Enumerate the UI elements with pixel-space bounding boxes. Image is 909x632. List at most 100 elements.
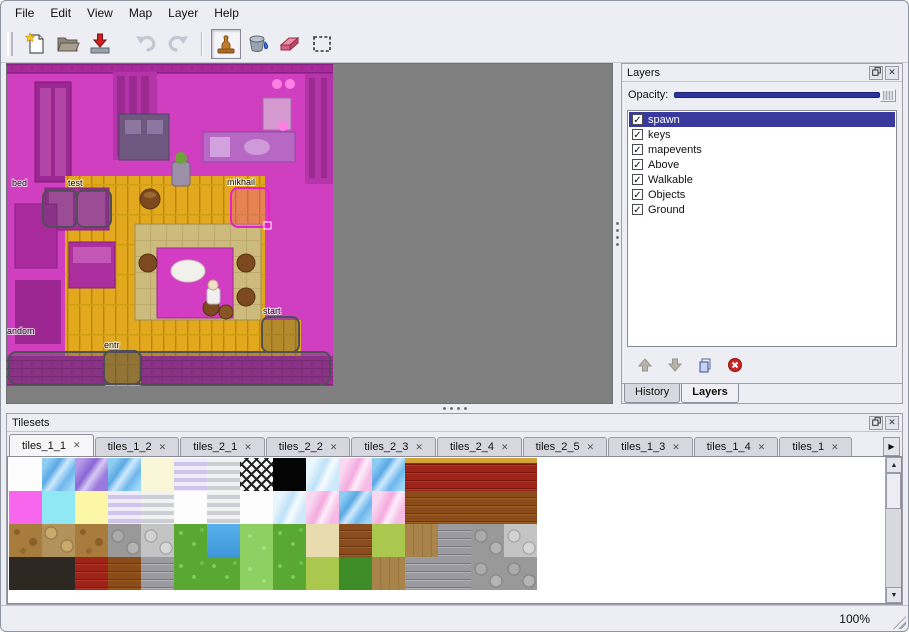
object-resize-handle[interactable] bbox=[264, 222, 271, 229]
tileset-tile-water-purple[interactable] bbox=[75, 458, 108, 491]
tileset-tab-tiles_1_2[interactable]: tiles_1_2✕ bbox=[95, 437, 180, 456]
map-canvas[interactable]: bedtestmikhailstartentrandom bbox=[6, 63, 613, 404]
tileset-tile-brick-red-top[interactable] bbox=[405, 458, 438, 491]
tab-scroll-right-button[interactable]: ▶ bbox=[883, 437, 900, 456]
tileset-tile-stripes-lav[interactable] bbox=[174, 458, 207, 491]
tileset-tab-tiles_1_1[interactable]: tiles_1_1✕ bbox=[9, 434, 94, 456]
tileset-tile-brick-red-top[interactable] bbox=[438, 458, 471, 491]
tileset-tab-tiles_2_3[interactable]: tiles_2_3✕ bbox=[351, 437, 436, 456]
layer-row-keys[interactable]: ✓keys bbox=[629, 127, 895, 142]
horizontal-splitter[interactable] bbox=[1, 404, 908, 413]
tileset-tile-stone[interactable] bbox=[471, 524, 504, 557]
tileset-tile-brick-red[interactable] bbox=[75, 557, 108, 590]
tileset-tile-brick-gray[interactable] bbox=[438, 524, 471, 557]
tab-close-icon[interactable]: ✕ bbox=[672, 442, 680, 453]
tileset-tile-grass-dark[interactable] bbox=[339, 557, 372, 590]
tileset-tile-tan[interactable] bbox=[306, 524, 339, 557]
undo-button[interactable] bbox=[131, 29, 161, 59]
tileset-tile-grass-light[interactable] bbox=[240, 557, 273, 590]
layer-row-Objects[interactable]: ✓Objects bbox=[629, 187, 895, 202]
new-map-button[interactable] bbox=[21, 29, 51, 59]
tileset-tab-tiles_2_5[interactable]: tiles_2_5✕ bbox=[523, 437, 608, 456]
tileset-tile-lattice[interactable] bbox=[240, 458, 273, 491]
tileset-tile-cobble[interactable] bbox=[42, 524, 75, 557]
stamp-brush-tool-button[interactable] bbox=[211, 29, 241, 59]
tileset-tile-brick-gray[interactable] bbox=[141, 557, 174, 590]
tileset-tile-brick-brown[interactable] bbox=[405, 491, 438, 524]
tileset-tile-grass-light[interactable] bbox=[240, 524, 273, 557]
tileset-tile-water[interactable] bbox=[108, 458, 141, 491]
tileset-tab-tiles_2_1[interactable]: tiles_2_1✕ bbox=[180, 437, 265, 456]
map-object-bed[interactable] bbox=[43, 190, 77, 227]
tileset-tab-tiles_1[interactable]: tiles_1✕ bbox=[779, 437, 851, 456]
menu-help[interactable]: Help bbox=[206, 3, 247, 23]
tileset-tab-tiles_1_4[interactable]: tiles_1_4✕ bbox=[694, 437, 779, 456]
layer-visibility-checkbox[interactable]: ✓ bbox=[632, 204, 643, 215]
layer-visibility-checkbox[interactable]: ✓ bbox=[632, 129, 643, 140]
tileset-tile-brick-red-top[interactable] bbox=[471, 458, 504, 491]
scrollbar-track[interactable] bbox=[886, 473, 901, 587]
tileset-tile-grass[interactable] bbox=[273, 557, 306, 590]
tileset-tile-tile-green[interactable] bbox=[372, 524, 405, 557]
opacity-slider-handle[interactable] bbox=[880, 89, 896, 102]
map-object[interactable] bbox=[9, 352, 330, 384]
tileset-tile-grass[interactable] bbox=[174, 524, 207, 557]
menu-file[interactable]: File bbox=[7, 3, 42, 23]
tileset-tile-stone-light[interactable] bbox=[141, 524, 174, 557]
layer-row-mapevents[interactable]: ✓mapevents bbox=[629, 142, 895, 157]
tileset-tile-dirt[interactable] bbox=[9, 524, 42, 557]
tileset-tab-tiles_2_4[interactable]: tiles_2_4✕ bbox=[437, 437, 522, 456]
tileset-tile-yellow[interactable] bbox=[75, 491, 108, 524]
float-dock-button[interactable] bbox=[869, 416, 883, 430]
rect-select-tool-button[interactable] bbox=[307, 29, 337, 59]
layer-visibility-checkbox[interactable]: ✓ bbox=[632, 144, 643, 155]
scrollbar-thumb[interactable] bbox=[886, 473, 901, 509]
tileset-tile-stripes-gray[interactable] bbox=[207, 491, 240, 524]
lower-layer-button[interactable] bbox=[664, 355, 686, 377]
tileset-tile-brick-gray[interactable] bbox=[405, 557, 438, 590]
tileset-tile-tile-green[interactable] bbox=[306, 557, 339, 590]
tileset-tile-stripes-gray[interactable] bbox=[141, 491, 174, 524]
tileset-tile-brick-brown[interactable] bbox=[471, 491, 504, 524]
save-map-button[interactable] bbox=[85, 29, 115, 59]
tab-layers[interactable]: Layers bbox=[681, 384, 738, 403]
raise-layer-button[interactable] bbox=[634, 355, 656, 377]
delete-layer-button[interactable] bbox=[724, 355, 746, 377]
tileset-tile-water[interactable] bbox=[339, 491, 372, 524]
layer-row-Above[interactable]: ✓Above bbox=[629, 157, 895, 172]
tab-history[interactable]: History bbox=[624, 384, 680, 403]
tab-close-icon[interactable]: ✕ bbox=[501, 442, 509, 453]
layer-row-Walkable[interactable]: ✓Walkable bbox=[629, 172, 895, 187]
layer-visibility-checkbox[interactable]: ✓ bbox=[632, 159, 643, 170]
tileset-tile-stripes-gray[interactable] bbox=[207, 458, 240, 491]
scroll-down-button[interactable]: ▼ bbox=[886, 587, 902, 603]
open-map-button[interactable] bbox=[53, 29, 83, 59]
tileset-tile-stone[interactable] bbox=[108, 524, 141, 557]
tab-close-icon[interactable]: ✕ bbox=[159, 442, 167, 453]
resize-grip[interactable] bbox=[893, 616, 906, 629]
tileset-tile-water[interactable] bbox=[372, 458, 405, 491]
tileset-tile-cyan[interactable] bbox=[42, 491, 75, 524]
tileset-tile-brick-brown[interactable] bbox=[339, 524, 372, 557]
tileset-tile-stone[interactable] bbox=[504, 557, 537, 590]
tab-close-icon[interactable]: ✕ bbox=[73, 440, 81, 451]
tileset-tab-tiles_2_2[interactable]: tiles_2_2✕ bbox=[266, 437, 351, 456]
tileset-tile-brick-brown[interactable] bbox=[108, 557, 141, 590]
tileset-tile-white[interactable] bbox=[240, 491, 273, 524]
tileset-tile-brick-gray[interactable] bbox=[438, 557, 471, 590]
layer-visibility-checkbox[interactable]: ✓ bbox=[632, 189, 643, 200]
tileset-tile-white[interactable] bbox=[9, 458, 42, 491]
bucket-fill-tool-button[interactable] bbox=[243, 29, 273, 59]
float-dock-button[interactable] bbox=[869, 66, 883, 80]
tileset-tile-water[interactable] bbox=[42, 458, 75, 491]
duplicate-layer-button[interactable] bbox=[694, 355, 716, 377]
tab-close-icon[interactable]: ✕ bbox=[330, 442, 338, 453]
tileset-tile-pink-sheen[interactable] bbox=[339, 458, 372, 491]
tileset-tile-ice[interactable] bbox=[273, 491, 306, 524]
tileset-tile-magenta[interactable] bbox=[9, 491, 42, 524]
tileset-tile-pink-sheen[interactable] bbox=[372, 491, 405, 524]
tileset-tile-path[interactable] bbox=[405, 524, 438, 557]
tileset-tile-dirt[interactable] bbox=[75, 524, 108, 557]
tab-close-icon[interactable]: ✕ bbox=[758, 442, 766, 453]
close-dock-button[interactable]: ✕ bbox=[885, 66, 899, 80]
